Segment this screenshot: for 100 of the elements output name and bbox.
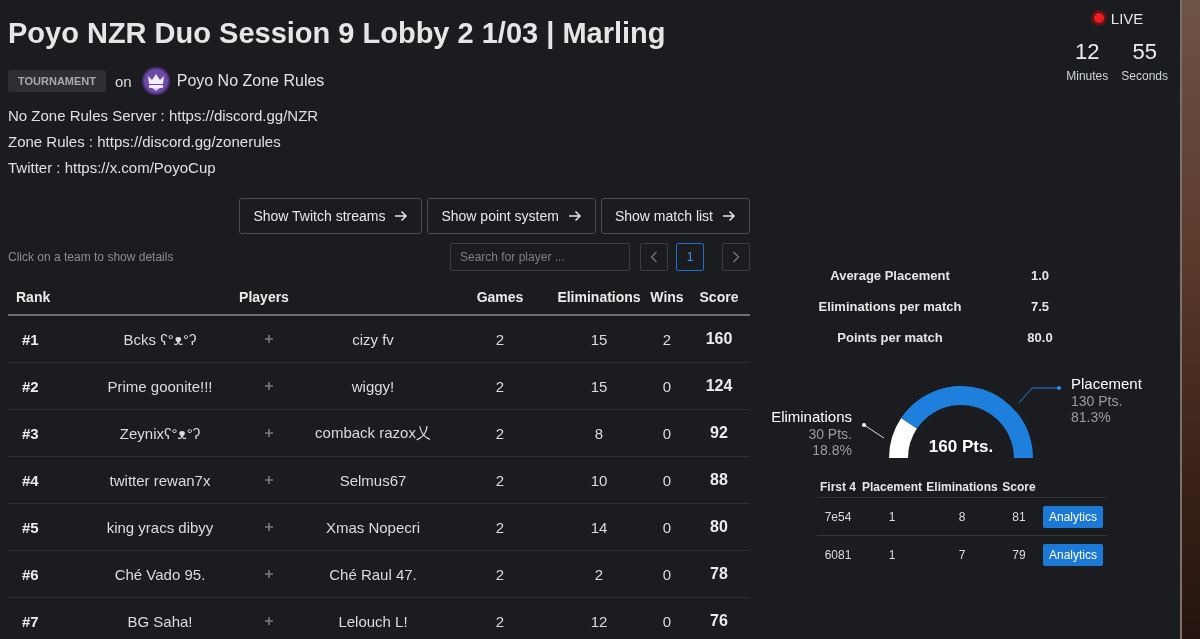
arrow-right-icon xyxy=(394,209,409,223)
player-name: twitter rewan7x xyxy=(109,471,211,489)
player-name: Ché Vado 95. xyxy=(114,565,206,583)
stat-value: 1.0 xyxy=(1030,267,1050,285)
description-line: No Zone Rules Server : https://discord.gg/NZR xyxy=(8,106,320,126)
stat-label: Eliminations per match xyxy=(818,298,962,316)
games-cell: 2 xyxy=(495,424,505,442)
column-header: Eliminations xyxy=(926,480,998,494)
leader-line xyxy=(1018,386,1061,404)
games-cell: 2 xyxy=(495,612,505,630)
wins-cell: 0 xyxy=(662,612,672,630)
wins-cell: 0 xyxy=(662,518,672,536)
player-name: BG Saha! xyxy=(127,612,193,630)
games-cell: 2 xyxy=(495,471,505,489)
live-dot-icon xyxy=(1090,10,1107,26)
placement-cell: 1 xyxy=(888,547,896,562)
score-cell: 78 xyxy=(710,565,728,583)
rank-cell-text: #5 xyxy=(21,518,40,536)
player-name: comback razox乂 xyxy=(315,423,431,443)
arrow-right-icon xyxy=(722,209,736,223)
previous-page-button[interactable] xyxy=(640,243,668,271)
score-cell: 76 xyxy=(710,612,728,630)
player-name: Lelouch L! xyxy=(338,612,408,630)
eliminations-cell: 2 xyxy=(594,565,604,583)
column-header: Eliminations xyxy=(556,289,642,305)
match-id-cell: 7e54 xyxy=(824,509,852,524)
player-name: Ché Raul 47. xyxy=(329,565,417,583)
match-id-cell: 6081 xyxy=(824,547,852,562)
score-cell: 92 xyxy=(710,424,728,442)
placement-cell: 1 xyxy=(888,509,896,524)
eliminations-cell: 10 xyxy=(590,471,608,489)
show-button[interactable]: Show Twitch streams xyxy=(239,198,423,234)
player-name: Zeynixʕ°ᴥ°ʔ xyxy=(119,424,201,442)
tournament-tag: TOURNAMENT xyxy=(8,70,106,92)
eliminations-cell: 7 xyxy=(958,547,966,562)
wins-cell: 2 xyxy=(662,330,672,348)
score-cell: 88 xyxy=(710,471,728,489)
score-cell: 160 xyxy=(705,330,733,348)
player-name: wiggy! xyxy=(351,377,395,395)
eliminations-cell: 15 xyxy=(590,377,608,395)
plus-icon xyxy=(265,382,273,390)
timer-unit: Minutes xyxy=(1066,68,1109,84)
organizer-link[interactable]: Poyo No Zone Rules xyxy=(176,72,325,90)
percent-label: 18.8% xyxy=(812,442,852,458)
column-header: Score xyxy=(698,289,740,305)
eliminations-cell: 8 xyxy=(594,424,604,442)
games-cell: 2 xyxy=(495,377,505,395)
plus-icon xyxy=(265,570,273,578)
eliminations-cell: 15 xyxy=(590,330,608,348)
player-name: Selmus67 xyxy=(339,471,407,489)
rank-cell-text: #3 xyxy=(21,424,40,442)
rank-cell-text: #1 xyxy=(21,330,40,348)
chevron-right-icon xyxy=(732,251,740,263)
page-button[interactable]: 1 xyxy=(676,243,704,271)
player-name: Bcks ʕ°ᴥ°ʔ xyxy=(123,330,197,348)
column-header: Placement xyxy=(862,480,922,494)
slice-name-label: Eliminations xyxy=(771,408,852,426)
rank-cell-text: #7 xyxy=(21,612,40,630)
analytics-button[interactable]: Analytics xyxy=(1042,505,1103,528)
on-label: on xyxy=(115,72,132,90)
column-header: First 4 xyxy=(820,480,856,494)
games-cell: 2 xyxy=(495,565,505,583)
column-header: Rank xyxy=(15,289,52,305)
plus-icon xyxy=(265,476,273,484)
arrow-right-icon xyxy=(567,209,582,223)
hint-text: Click on a team to show details xyxy=(8,250,174,264)
player-name: cizy fv xyxy=(352,330,394,348)
wins-cell: 0 xyxy=(662,565,672,583)
player-name: king yracs dibyy xyxy=(106,518,214,536)
leader-line xyxy=(862,423,885,439)
analytics-button[interactable]: Analytics xyxy=(1042,543,1103,566)
rank-cell-text: #4 xyxy=(21,471,40,489)
show-button[interactable]: Show match list xyxy=(600,198,750,234)
timer-unit: Seconds xyxy=(1121,68,1168,84)
percent-label: 81.3% xyxy=(1071,409,1112,425)
games-cell: 2 xyxy=(495,330,505,348)
show-button[interactable]: Show point system xyxy=(427,198,596,234)
player-name: Prime goonite!!! xyxy=(107,377,213,395)
rank-cell-text: #6 xyxy=(21,565,40,583)
page-title: Poyo NZR Duo Session 9 Lobby 2 1/03 | Marling xyxy=(8,16,666,51)
points-label: 130 Pts. xyxy=(1071,393,1124,409)
stat-label: Average Placement xyxy=(830,267,950,285)
stat-value: 80.0 xyxy=(1027,329,1053,347)
search-field[interactable]: Search for player ... xyxy=(450,243,630,271)
column-header: Players xyxy=(238,289,290,305)
column-header: Wins xyxy=(649,289,685,305)
score-cell: 79 xyxy=(1012,547,1026,562)
column-header: Games xyxy=(475,289,525,305)
slice-name-label: Placement xyxy=(1071,375,1142,393)
plus-icon xyxy=(265,335,273,343)
description-line: Zone Rules : https://discord.gg/zonerules xyxy=(8,132,282,152)
eliminations-cell: 8 xyxy=(958,509,966,524)
stat-value: 7.5 xyxy=(1030,298,1050,316)
rank-cell-text: #2 xyxy=(21,377,40,395)
next-page-button[interactable] xyxy=(722,243,750,271)
wins-cell: 0 xyxy=(662,424,672,442)
plus-icon xyxy=(265,617,273,625)
plus-icon xyxy=(265,429,273,437)
stat-label: Points per match xyxy=(837,329,943,347)
timer-value: 55 xyxy=(1132,38,1157,66)
